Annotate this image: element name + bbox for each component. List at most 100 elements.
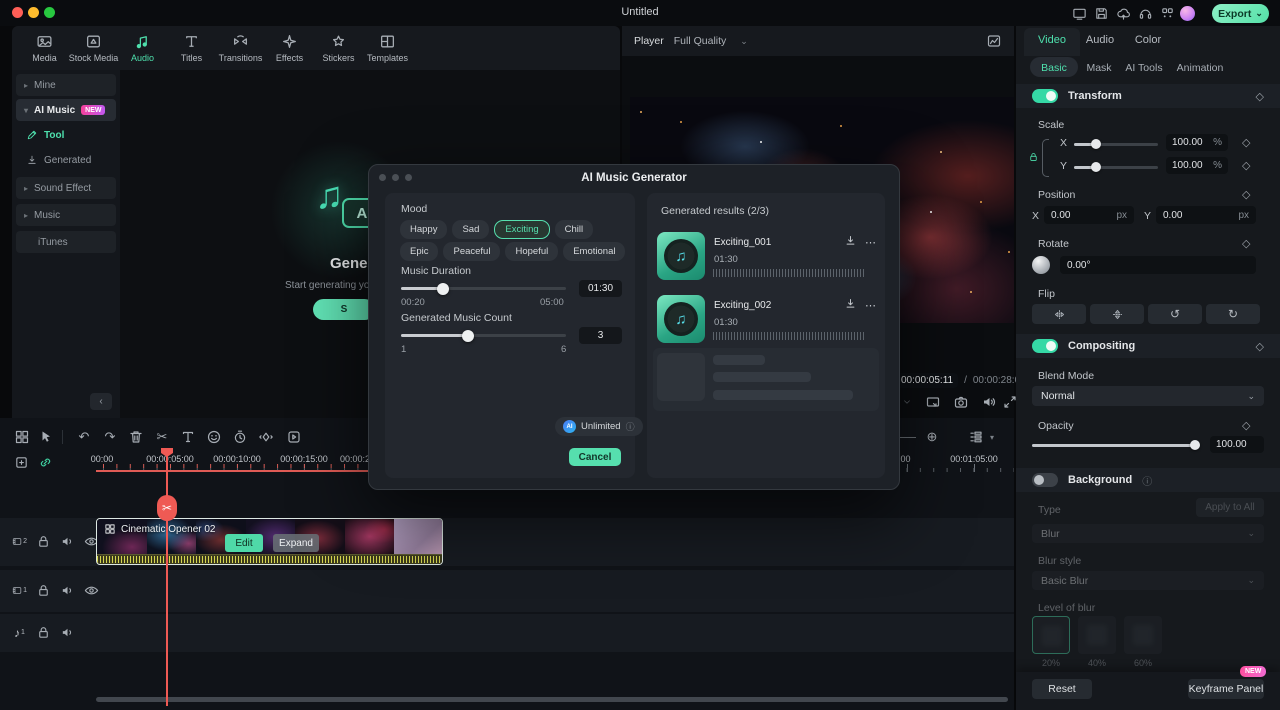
- cancel-button[interactable]: Cancel: [569, 448, 621, 466]
- compositing-toggle[interactable]: [1032, 339, 1058, 353]
- tab-effects[interactable]: Effects: [265, 26, 314, 70]
- flip-vertical-button[interactable]: [1090, 304, 1144, 324]
- split-scissors-icon[interactable]: ✂: [154, 429, 170, 445]
- user-avatar[interactable]: [1180, 6, 1195, 21]
- split-at-playhead-button[interactable]: ✂: [157, 495, 177, 521]
- download-icon[interactable]: [844, 234, 857, 247]
- start-generating-button[interactable]: S: [313, 299, 375, 320]
- tab-video[interactable]: Video: [1038, 34, 1066, 46]
- mute-track-icon[interactable]: [60, 625, 75, 640]
- result-1-thumbnail[interactable]: ♫: [657, 232, 705, 280]
- lock-track-icon[interactable]: [36, 583, 51, 598]
- count-slider[interactable]: [401, 334, 566, 337]
- auto-ripple-link-icon[interactable]: [38, 455, 53, 470]
- subtab-mask[interactable]: Mask: [1086, 62, 1111, 74]
- keyframe-diamond-icon[interactable]: ◇: [1242, 419, 1250, 432]
- rotate-knob[interactable]: [1032, 256, 1050, 274]
- select-cursor-icon[interactable]: [38, 429, 54, 445]
- opacity-slider[interactable]: [1032, 444, 1200, 447]
- scale-y-slider[interactable]: [1074, 166, 1158, 169]
- undo-icon[interactable]: ↶: [76, 429, 92, 445]
- sidebar-item-tool[interactable]: Tool: [26, 125, 116, 145]
- more-options-icon[interactable]: ⋯: [865, 299, 877, 312]
- tab-audio[interactable]: Audio: [118, 26, 167, 70]
- mute-track-icon[interactable]: [60, 583, 75, 598]
- keyframe-diamond-icon[interactable]: ◇: [1242, 136, 1250, 149]
- reset-button[interactable]: Reset: [1032, 679, 1092, 699]
- blur-60-thumb[interactable]: [1124, 616, 1162, 654]
- download-icon[interactable]: [844, 297, 857, 310]
- lock-scale-icon[interactable]: [1028, 151, 1039, 163]
- mood-peaceful[interactable]: Peaceful: [443, 242, 500, 261]
- timeline-horizontal-scrollbar[interactable]: [96, 697, 1008, 702]
- mood-exciting[interactable]: Exciting: [494, 220, 549, 239]
- keyframe-diamond-icon[interactable]: ◇: [1256, 90, 1264, 103]
- cloud-upload-icon[interactable]: [1116, 6, 1131, 21]
- subtab-ai-tools[interactable]: AI Tools: [1125, 62, 1162, 74]
- blur-20-thumb[interactable]: [1032, 616, 1070, 654]
- more-options-icon[interactable]: ⋯: [865, 236, 877, 249]
- keyframe-diamond-icon[interactable]: ◇: [1256, 340, 1264, 353]
- tab-stickers[interactable]: Stickers: [314, 26, 363, 70]
- redo-icon[interactable]: ↷: [102, 429, 118, 445]
- opacity-value[interactable]: 100.00: [1210, 436, 1264, 453]
- count-value[interactable]: 3: [579, 327, 622, 344]
- zoom-slider[interactable]: [900, 437, 916, 438]
- keyframe-tool-icon[interactable]: [258, 429, 274, 445]
- sidebar-item-ai-music[interactable]: ▾AI MusicNEW: [16, 99, 116, 121]
- rotate-field[interactable]: 0.00°: [1060, 256, 1256, 274]
- scope-histogram-icon[interactable]: [986, 33, 1002, 49]
- blend-mode-select[interactable]: Normal⌄: [1032, 386, 1264, 406]
- sidebar-item-itunes[interactable]: iTunes: [16, 231, 116, 253]
- mood-hopeful[interactable]: Hopeful: [505, 242, 558, 261]
- sidebar-item-mine[interactable]: ▸Mine: [16, 74, 116, 96]
- tab-transitions[interactable]: Transitions: [216, 26, 265, 70]
- render-preview-icon[interactable]: [286, 429, 302, 445]
- mood-happy[interactable]: Happy: [400, 220, 447, 239]
- duration-value[interactable]: 01:30: [579, 280, 622, 297]
- snapshot-camera-icon[interactable]: [953, 394, 969, 410]
- result-2-thumbnail[interactable]: ♫: [657, 295, 705, 343]
- lock-track-icon[interactable]: [36, 534, 51, 549]
- timeline-clip-cinematic-opener[interactable]: Cinematic Opener 02 Edit Expand: [96, 518, 443, 565]
- apply-to-all-button[interactable]: Apply to All: [1196, 498, 1264, 517]
- tab-stock-media[interactable]: Stock Media: [69, 26, 118, 70]
- mood-emotional[interactable]: Emotional: [563, 242, 625, 261]
- tab-media[interactable]: Media: [20, 26, 69, 70]
- scale-x-slider[interactable]: [1074, 143, 1158, 146]
- mood-chill[interactable]: Chill: [555, 220, 593, 239]
- audio-track-1[interactable]: ♪1: [0, 614, 1014, 652]
- keyframe-diamond-icon[interactable]: ◇: [1242, 237, 1250, 250]
- flip-horizontal-button[interactable]: [1032, 304, 1086, 324]
- tab-titles[interactable]: Titles: [167, 26, 216, 70]
- speed-timer-icon[interactable]: [232, 429, 248, 445]
- quality-select[interactable]: Full Quality⌄: [674, 35, 748, 47]
- tab-templates[interactable]: Templates: [363, 26, 412, 70]
- background-toggle[interactable]: [1032, 473, 1058, 487]
- tab-audio-props[interactable]: Audio: [1086, 34, 1114, 46]
- rotate-ccw-button[interactable]: ↺: [1148, 304, 1202, 324]
- subtab-basic[interactable]: Basic: [1041, 62, 1067, 74]
- clip-expand-button[interactable]: Expand: [273, 534, 319, 552]
- display-mode-icon[interactable]: [1072, 6, 1087, 21]
- delete-icon[interactable]: [128, 429, 144, 445]
- text-tool-icon[interactable]: [180, 429, 196, 445]
- scale-x-value[interactable]: 100.00%: [1166, 134, 1228, 151]
- result-2-waveform[interactable]: [713, 330, 865, 342]
- export-button[interactable]: Export ⌄: [1212, 4, 1269, 23]
- blur-style-select[interactable]: Basic Blur⌄: [1032, 571, 1264, 590]
- sidebar-item-generated[interactable]: Generated: [26, 150, 116, 170]
- marker-icon[interactable]: [206, 429, 222, 445]
- video-track-1[interactable]: 1: [0, 570, 1014, 612]
- tab-color[interactable]: Color: [1135, 34, 1161, 46]
- rotate-cw-button[interactable]: ↻: [1206, 304, 1260, 324]
- sidebar-item-music[interactable]: ▸Music: [16, 204, 116, 226]
- zoom-in-icon[interactable]: ⊕: [924, 429, 940, 445]
- add-media-track-icon[interactable]: [14, 455, 29, 470]
- mute-track-icon[interactable]: [60, 534, 75, 549]
- mood-epic[interactable]: Epic: [400, 242, 438, 261]
- sidebar-item-sound-effect[interactable]: ▸Sound Effect: [16, 177, 116, 199]
- lock-track-icon[interactable]: [36, 625, 51, 640]
- keyframe-panel-button[interactable]: Keyframe Panel: [1188, 679, 1264, 699]
- duration-slider[interactable]: [401, 287, 566, 290]
